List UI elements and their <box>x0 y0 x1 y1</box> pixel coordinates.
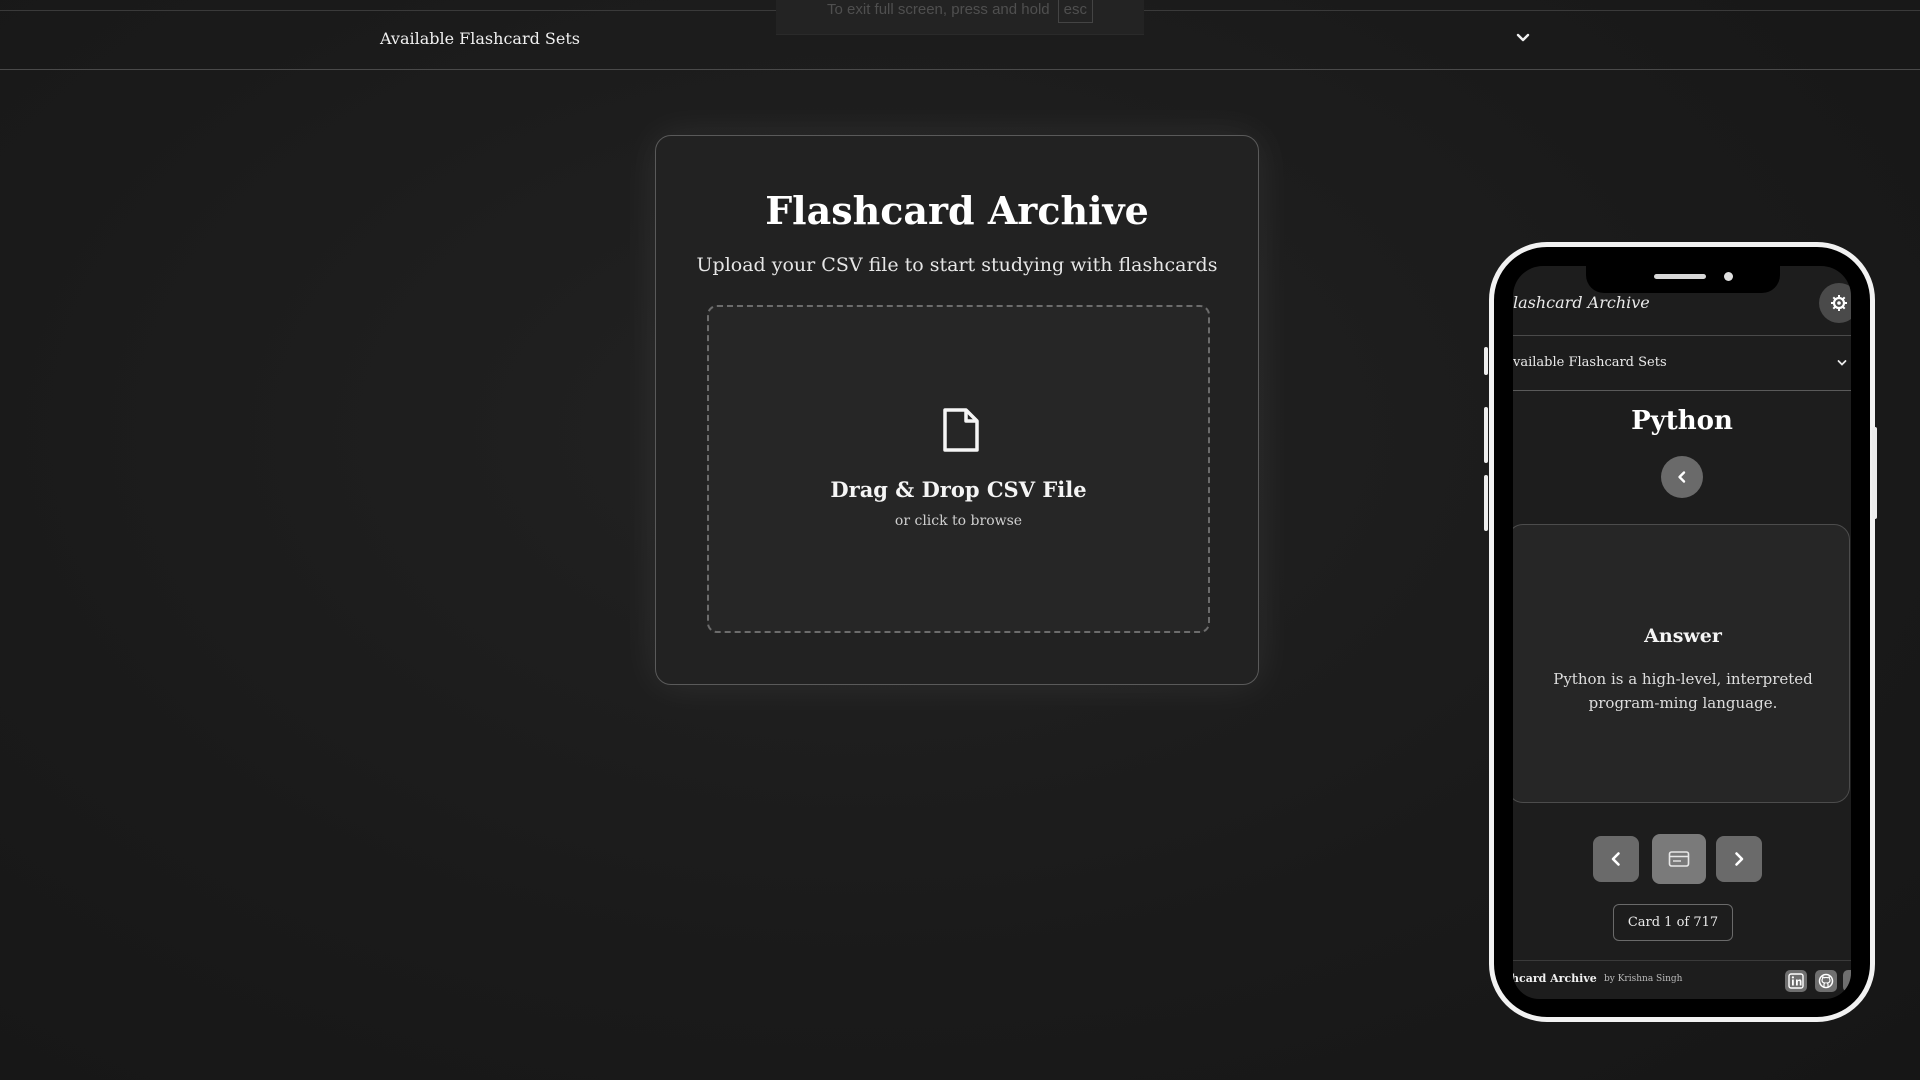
github-link[interactable] <box>1815 970 1837 992</box>
settings-button[interactable] <box>1819 283 1851 323</box>
page-title: Flashcard Archive <box>765 188 1149 233</box>
phone-camera <box>1724 272 1733 281</box>
dropzone-title: Drag & Drop CSV File <box>830 477 1087 502</box>
mobile-app-title: lashcard Archive <box>1513 293 1650 312</box>
deck-title: Python <box>1631 406 1733 436</box>
phone-power-button <box>1872 427 1877 519</box>
linkedin-link[interactable] <box>1785 970 1807 992</box>
flip-card-button[interactable] <box>1652 834 1706 884</box>
phone-notch <box>1586 266 1780 293</box>
upload-panel: Flashcard Archive Upload your CSV file t… <box>655 135 1259 685</box>
footer-byline: by Krishna Singh <box>1604 974 1683 984</box>
back-button[interactable] <box>1661 456 1703 498</box>
phone-volume-up <box>1484 407 1488 463</box>
file-icon <box>943 408 979 452</box>
gear-icon <box>1831 295 1847 311</box>
set-selector-label: Available Flashcard Sets <box>380 29 580 48</box>
mobile-set-selector[interactable]: vailable Flashcard Sets <box>1513 335 1851 391</box>
flashcard-heading: Answer <box>1644 625 1722 647</box>
github-icon <box>1818 973 1834 989</box>
upload-subtitle: Upload your CSV file to start studying w… <box>696 254 1218 276</box>
phone-speaker <box>1654 274 1706 279</box>
flashcard-text: Python is a high-level, interpreted prog… <box>1553 670 1813 712</box>
mobile-set-selector-label: vailable Flashcard Sets <box>1513 355 1667 370</box>
next-card-button[interactable] <box>1716 836 1762 882</box>
chevron-left-icon <box>1678 471 1686 483</box>
fullscreen-notice-text: To exit full screen, press and hold <box>827 1 1050 18</box>
extra-link[interactable] <box>1843 970 1851 992</box>
card-flip-icon <box>1668 851 1690 867</box>
mobile-footer: hcard Archive by Krishna Singh <box>1513 960 1851 999</box>
card-counter: Card 1 of 717 <box>1613 904 1733 941</box>
fullscreen-exit-notice: To exit full screen, press and hold esc <box>776 0 1144 35</box>
app-page: Available Flashcard Sets To exit full sc… <box>0 0 1920 1080</box>
chevron-down-icon <box>1837 360 1847 366</box>
chevron-left-icon <box>1611 852 1620 866</box>
linkedin-icon <box>1788 973 1804 989</box>
chevron-down-icon[interactable] <box>1516 31 1530 45</box>
dropzone-subtitle: or click to browse <box>894 513 1023 529</box>
footer-brand: hcard Archive <box>1513 972 1597 985</box>
previous-card-button[interactable] <box>1593 836 1639 882</box>
phone-volume-down <box>1484 475 1488 531</box>
esc-key-hint: esc <box>1057 0 1093 23</box>
chevron-right-icon <box>1735 852 1744 866</box>
mobile-preview-phone: lashcard Archive vailable Flashcard Sets <box>1484 242 1877 1022</box>
phone-screen: lashcard Archive vailable Flashcard Sets <box>1513 266 1851 999</box>
phone-side-button <box>1484 347 1488 375</box>
flashcard[interactable]: Answer Python is a high-level, interpret… <box>1513 524 1850 803</box>
csv-dropzone[interactable]: Drag & Drop CSV File or click to browse <box>707 305 1210 633</box>
